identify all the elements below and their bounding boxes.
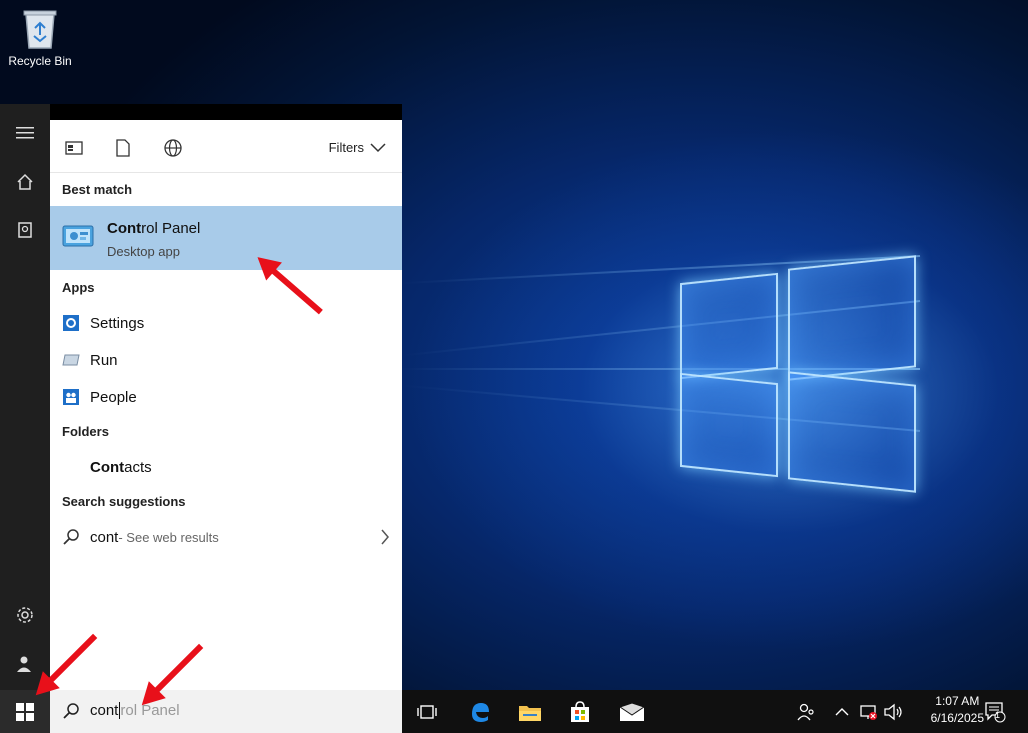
filters-dropdown[interactable]: Filters	[329, 140, 386, 155]
run-icon	[62, 351, 80, 369]
recycle-bin-icon	[22, 8, 58, 50]
people-taskbar-icon[interactable]	[793, 699, 819, 725]
gear-icon	[62, 314, 80, 332]
window-pane	[680, 272, 778, 380]
web-filter-icon[interactable]	[163, 138, 183, 158]
chevron-up-icon[interactable]	[829, 699, 855, 725]
chevron-right-icon	[380, 529, 390, 549]
search-icon	[62, 528, 80, 546]
window-pane	[788, 371, 916, 493]
search-suggestions-header: Search suggestions	[62, 494, 186, 509]
suggestion-query: cont	[90, 528, 119, 546]
best-match-control-panel[interactable]: Control Panel Desktop app	[50, 206, 402, 270]
start-menu-header	[50, 104, 402, 120]
people-icon	[62, 388, 80, 406]
desktop: m Recycle Bin	[0, 0, 1028, 733]
folder-contacts-label: Contacts	[90, 458, 152, 476]
network-disconnected-icon[interactable]	[855, 699, 881, 725]
mail-icon[interactable]	[619, 699, 645, 725]
search-box-icon	[62, 702, 80, 725]
clock-time: 1:07 AM	[935, 694, 980, 708]
best-match-header: Best match	[62, 182, 133, 197]
windows-logo-icon	[16, 702, 34, 721]
recycle-bin[interactable]: Recycle Bin	[4, 8, 76, 68]
app-run[interactable]: Run	[62, 348, 118, 372]
app-people[interactable]: People	[62, 385, 137, 409]
home-icon[interactable]	[13, 170, 37, 194]
store-icon[interactable]	[567, 699, 593, 725]
clock-date: 6/16/2025	[930, 711, 984, 725]
folder-contacts[interactable]: Contacts	[90, 455, 152, 479]
web-suggestion[interactable]: cont - See web results	[62, 525, 390, 549]
apps-header: Apps	[62, 280, 95, 295]
volume-icon[interactable]	[880, 699, 906, 725]
user-feedback-icon[interactable]	[13, 652, 37, 676]
hamburger-icon[interactable]	[13, 121, 37, 145]
taskbar: 1:07 AM 6/16/2025 1	[402, 690, 1028, 733]
control-panel-icon	[62, 224, 94, 250]
task-view-icon[interactable]	[414, 699, 440, 725]
filters-label: Filters	[328, 140, 364, 155]
search-input[interactable]: cont rol Panel	[50, 690, 402, 733]
best-match-title: Control Panel	[107, 220, 201, 237]
folders-header: Folders	[62, 424, 109, 439]
notebook-icon[interactable]	[13, 218, 37, 242]
filter-bar: Filters	[50, 120, 402, 173]
app-settings[interactable]: Settings	[62, 311, 144, 335]
recycle-bin-label: Recycle Bin	[8, 54, 72, 68]
file-explorer-icon[interactable]	[517, 699, 543, 725]
chevron-down-icon	[370, 142, 386, 152]
settings-gear-icon[interactable]	[13, 603, 37, 627]
edge-icon[interactable]	[467, 699, 493, 725]
apps-filter-icon[interactable]	[64, 138, 84, 158]
suggestion-suffix: - See web results	[118, 529, 219, 545]
search-results-panel: Filters Best match Control Panel Desktop…	[50, 120, 402, 690]
documents-filter-icon[interactable]	[113, 138, 133, 158]
window-pane	[680, 372, 778, 478]
notification-count: 1	[995, 710, 1001, 720]
window-pane	[788, 255, 916, 381]
search-text: cont rol Panel	[90, 702, 180, 719]
start-menu-rail	[0, 104, 50, 690]
best-match-subtitle: Desktop app	[107, 244, 180, 259]
taskbar-clock[interactable]: 1:07 AM 6/16/2025	[931, 693, 984, 727]
action-center-icon[interactable]: 1	[982, 699, 1008, 725]
